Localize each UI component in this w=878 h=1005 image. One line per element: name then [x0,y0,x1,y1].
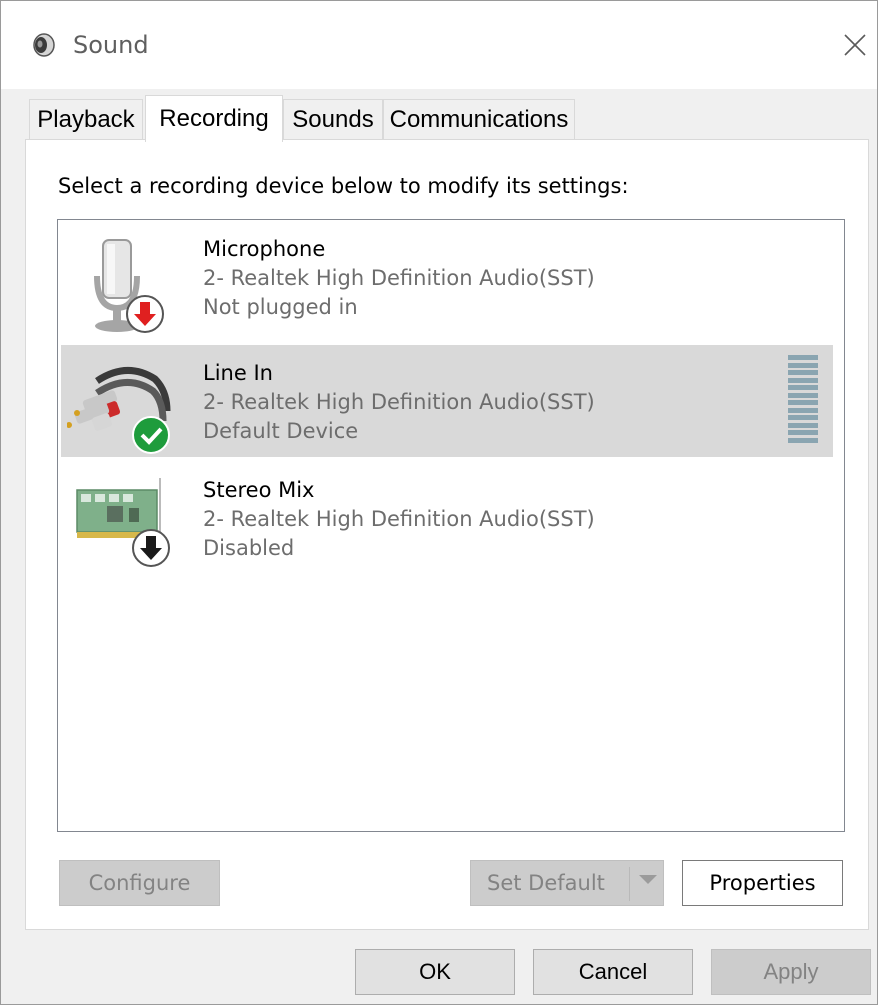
device-name: Stereo Mix [203,478,315,502]
properties-button[interactable]: Properties [682,860,843,906]
device-name: Line In [203,361,273,385]
device-stereo-mix[interactable]: Stereo Mix 2- Realtek High Definition Au… [61,462,833,574]
chevron-down-icon[interactable] [639,875,657,884]
tab-sounds[interactable]: Sounds [283,99,383,139]
ok-button[interactable]: OK [355,949,515,995]
split-separator [629,867,630,901]
speaker-icon [33,33,55,57]
device-driver: 2- Realtek High Definition Audio(SST) [203,266,595,290]
configure-button[interactable]: Configure [59,860,220,906]
window-title: Sound [73,31,149,59]
close-icon[interactable] [837,27,873,63]
tab-recording[interactable]: Recording [145,95,283,142]
device-driver: 2- Realtek High Definition Audio(SST) [203,507,595,531]
set-default-button[interactable]: Set Default [470,860,664,906]
device-status: Disabled [203,536,295,560]
title-bar: Sound [1,1,877,89]
instruction-text: Select a recording device below to modif… [58,174,629,198]
tab-communications[interactable]: Communications [383,99,575,139]
device-status: Not plugged in [203,295,358,319]
device-line-in[interactable]: Line In 2- Realtek High Definition Audio… [61,345,833,457]
device-microphone[interactable]: Microphone 2- Realtek High Definition Au… [61,228,833,340]
device-status: Default Device [203,419,359,443]
cancel-button[interactable]: Cancel [533,949,693,995]
apply-button[interactable]: Apply [711,949,871,995]
set-default-label: Set Default [487,871,605,895]
device-driver: 2- Realtek High Definition Audio(SST) [203,390,595,414]
tab-playback[interactable]: Playback [29,99,143,139]
sound-card-icon [76,478,170,567]
device-name: Microphone [203,237,326,261]
rca-cable-icon [67,367,171,454]
device-list[interactable]: Microphone 2- Realtek High Definition Au… [57,219,845,832]
sound-dialog: Sound Playback Recording Sounds Communic… [0,0,878,1005]
level-meter [788,355,818,443]
recording-panel: Select a recording device below to modif… [25,139,869,930]
microphone-icon [94,239,164,333]
green-check-icon [132,416,170,454]
